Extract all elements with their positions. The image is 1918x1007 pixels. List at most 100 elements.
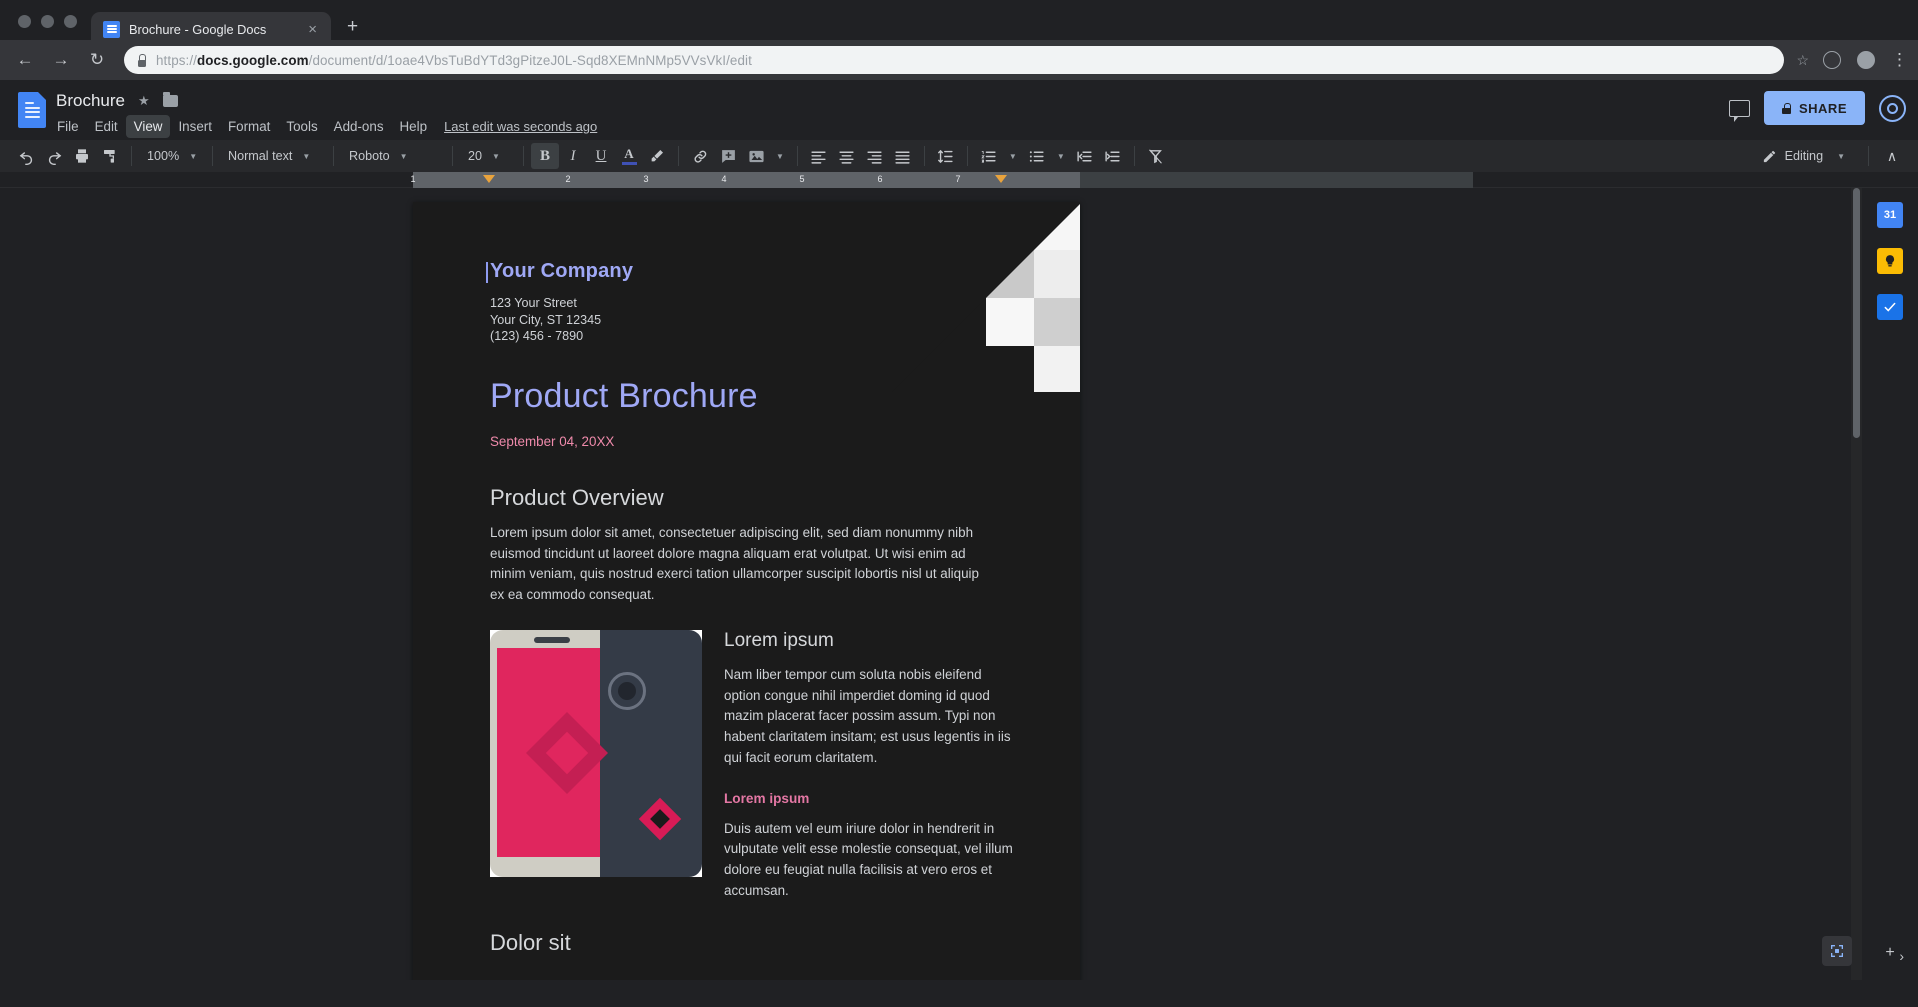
image-options-chevron-icon[interactable]: ▼ bbox=[770, 152, 790, 161]
underline-button[interactable]: U bbox=[587, 143, 615, 169]
expand-panel-chevron-icon[interactable]: › bbox=[1899, 948, 1904, 964]
highlight-color-button[interactable] bbox=[643, 143, 671, 169]
font-size-dropdown[interactable]: 20 ▼ bbox=[460, 143, 516, 169]
share-button[interactable]: SHARE bbox=[1763, 91, 1865, 125]
menu-help[interactable]: Help bbox=[392, 115, 436, 138]
insert-image-icon[interactable] bbox=[742, 143, 770, 169]
text-color-button[interactable]: A bbox=[615, 143, 643, 169]
editing-mode-button[interactable]: Editing ▼ bbox=[1754, 143, 1859, 169]
menu-file[interactable]: File bbox=[49, 115, 87, 138]
feature-heading: Lorem ipsum bbox=[724, 629, 834, 651]
ruler-number: 4 bbox=[721, 174, 727, 184]
menu-insert[interactable]: Insert bbox=[170, 115, 220, 138]
menu-edit[interactable]: Edit bbox=[87, 115, 126, 138]
undo-icon[interactable] bbox=[12, 143, 40, 169]
paint-format-icon[interactable] bbox=[96, 143, 124, 169]
minimize-window-button[interactable] bbox=[41, 15, 54, 28]
menu-format[interactable]: Format bbox=[220, 115, 278, 138]
close-tab-icon[interactable]: × bbox=[304, 20, 321, 39]
add-addon-button[interactable]: + bbox=[1885, 944, 1894, 962]
line-spacing-icon[interactable] bbox=[932, 143, 960, 169]
redo-icon[interactable] bbox=[40, 143, 68, 169]
menu-addons[interactable]: Add-ons bbox=[326, 115, 392, 138]
decrease-indent-icon[interactable] bbox=[1071, 143, 1099, 169]
scrollbar-thumb[interactable] bbox=[1853, 188, 1860, 438]
maximize-window-button[interactable] bbox=[64, 15, 77, 28]
zoom-dropdown[interactable]: 100% ▼ bbox=[139, 143, 205, 169]
menu-tools[interactable]: Tools bbox=[278, 115, 325, 138]
first-line-indent-marker[interactable] bbox=[483, 175, 495, 183]
forward-button[interactable]: → bbox=[46, 45, 76, 75]
lock-icon bbox=[136, 53, 147, 67]
new-tab-button[interactable]: + bbox=[347, 16, 358, 38]
folder-icon[interactable] bbox=[162, 92, 178, 107]
profile-icon[interactable] bbox=[1857, 51, 1875, 69]
add-comment-icon[interactable] bbox=[714, 143, 742, 169]
address-line: (123) 456 - 7890 bbox=[490, 329, 584, 344]
font-dropdown[interactable]: Roboto ▼ bbox=[341, 143, 445, 169]
bulleted-list-icon[interactable] bbox=[1023, 143, 1051, 169]
chrome-menu-icon[interactable]: ⋮ bbox=[1891, 51, 1908, 68]
feature-block: Lorem ipsum Nam liber tempor cum soluta … bbox=[490, 629, 1014, 902]
company-name-text: Your Company bbox=[490, 260, 634, 282]
ruler-number: 1 bbox=[410, 174, 416, 184]
ruler-number: 7 bbox=[955, 174, 961, 184]
increase-indent-icon[interactable] bbox=[1099, 143, 1127, 169]
right-indent-marker[interactable] bbox=[995, 175, 1007, 183]
toolbar-divider bbox=[212, 146, 213, 166]
vertical-scrollbar[interactable] bbox=[1851, 188, 1862, 980]
address-bar[interactable]: https://docs.google.com/document/d/1oae4… bbox=[124, 46, 1785, 74]
document-page[interactable]: Your Company 123 Your Street Your City, … bbox=[413, 202, 1080, 980]
back-button[interactable]: ← bbox=[10, 45, 40, 75]
hide-menus-chevron-icon[interactable]: ∧ bbox=[1878, 143, 1906, 169]
star-icon[interactable]: ★ bbox=[138, 93, 150, 109]
toolbar-divider bbox=[1133, 146, 1135, 166]
page-title[interactable]: Brochure bbox=[56, 91, 125, 111]
align-center-icon[interactable] bbox=[833, 143, 861, 169]
phone-product-image[interactable] bbox=[490, 629, 702, 877]
google-calendar-icon[interactable]: 31 bbox=[1877, 202, 1903, 228]
google-tasks-icon[interactable] bbox=[1877, 294, 1903, 320]
close-window-button[interactable] bbox=[18, 15, 31, 28]
explore-button[interactable] bbox=[1822, 936, 1852, 966]
window-traffic-lights[interactable] bbox=[8, 15, 91, 40]
reload-button[interactable]: ↻ bbox=[82, 45, 112, 75]
italic-button[interactable]: I bbox=[559, 143, 587, 169]
ruler[interactable]: 1 2 3 4 5 6 7 bbox=[0, 172, 1918, 188]
toolbar-divider bbox=[523, 146, 524, 166]
toolbar-divider bbox=[796, 146, 798, 166]
bulleted-list-chevron-icon[interactable]: ▼ bbox=[1051, 152, 1071, 161]
ruler-number: 3 bbox=[643, 174, 649, 184]
align-right-icon[interactable] bbox=[861, 143, 889, 169]
toolbar-divider bbox=[333, 146, 334, 166]
avatar[interactable] bbox=[1879, 94, 1906, 122]
doc-title-block: Brochure ★ File Edit View Insert Format … bbox=[56, 88, 597, 138]
browser-tab[interactable]: Brochure - Google Docs × bbox=[91, 12, 331, 46]
feature-body-secondary: Duis autem vel eum iriure dolor in hendr… bbox=[724, 820, 1013, 899]
google-keep-icon[interactable] bbox=[1877, 248, 1903, 274]
docs-favicon-icon bbox=[103, 20, 120, 38]
url-scheme: https:// bbox=[156, 52, 197, 68]
align-justify-icon[interactable] bbox=[889, 143, 917, 169]
align-left-icon[interactable] bbox=[805, 143, 833, 169]
comment-history-icon[interactable] bbox=[1728, 99, 1750, 122]
docs-header: Brochure ★ File Edit View Insert Format … bbox=[0, 80, 1918, 140]
paragraph-style-dropdown[interactable]: Normal text ▼ bbox=[220, 143, 326, 169]
bookmark-star-icon[interactable]: ☆ bbox=[1796, 52, 1809, 69]
bold-button[interactable]: B bbox=[531, 143, 559, 169]
google-docs-logo-icon[interactable] bbox=[18, 92, 46, 128]
last-edit-status[interactable]: Last edit was seconds ago bbox=[444, 119, 597, 134]
clear-formatting-icon[interactable] bbox=[1142, 143, 1170, 169]
paragraph-style-value: Normal text bbox=[228, 149, 293, 163]
numbered-list-icon[interactable] bbox=[975, 143, 1003, 169]
print-icon[interactable] bbox=[68, 143, 96, 169]
numbered-list-chevron-icon[interactable]: ▼ bbox=[1003, 152, 1023, 161]
text-color-glyph: A bbox=[624, 145, 634, 161]
text-color-swatch bbox=[621, 161, 637, 165]
menu-view[interactable]: View bbox=[125, 115, 171, 138]
feature-body: Nam liber tempor cum soluta nobis eleife… bbox=[724, 666, 1011, 765]
insert-link-icon[interactable] bbox=[686, 143, 714, 169]
document-date: September 04, 20XX bbox=[490, 433, 615, 449]
docs-header-actions: SHARE bbox=[1728, 88, 1906, 125]
extension-icon[interactable] bbox=[1823, 51, 1841, 69]
